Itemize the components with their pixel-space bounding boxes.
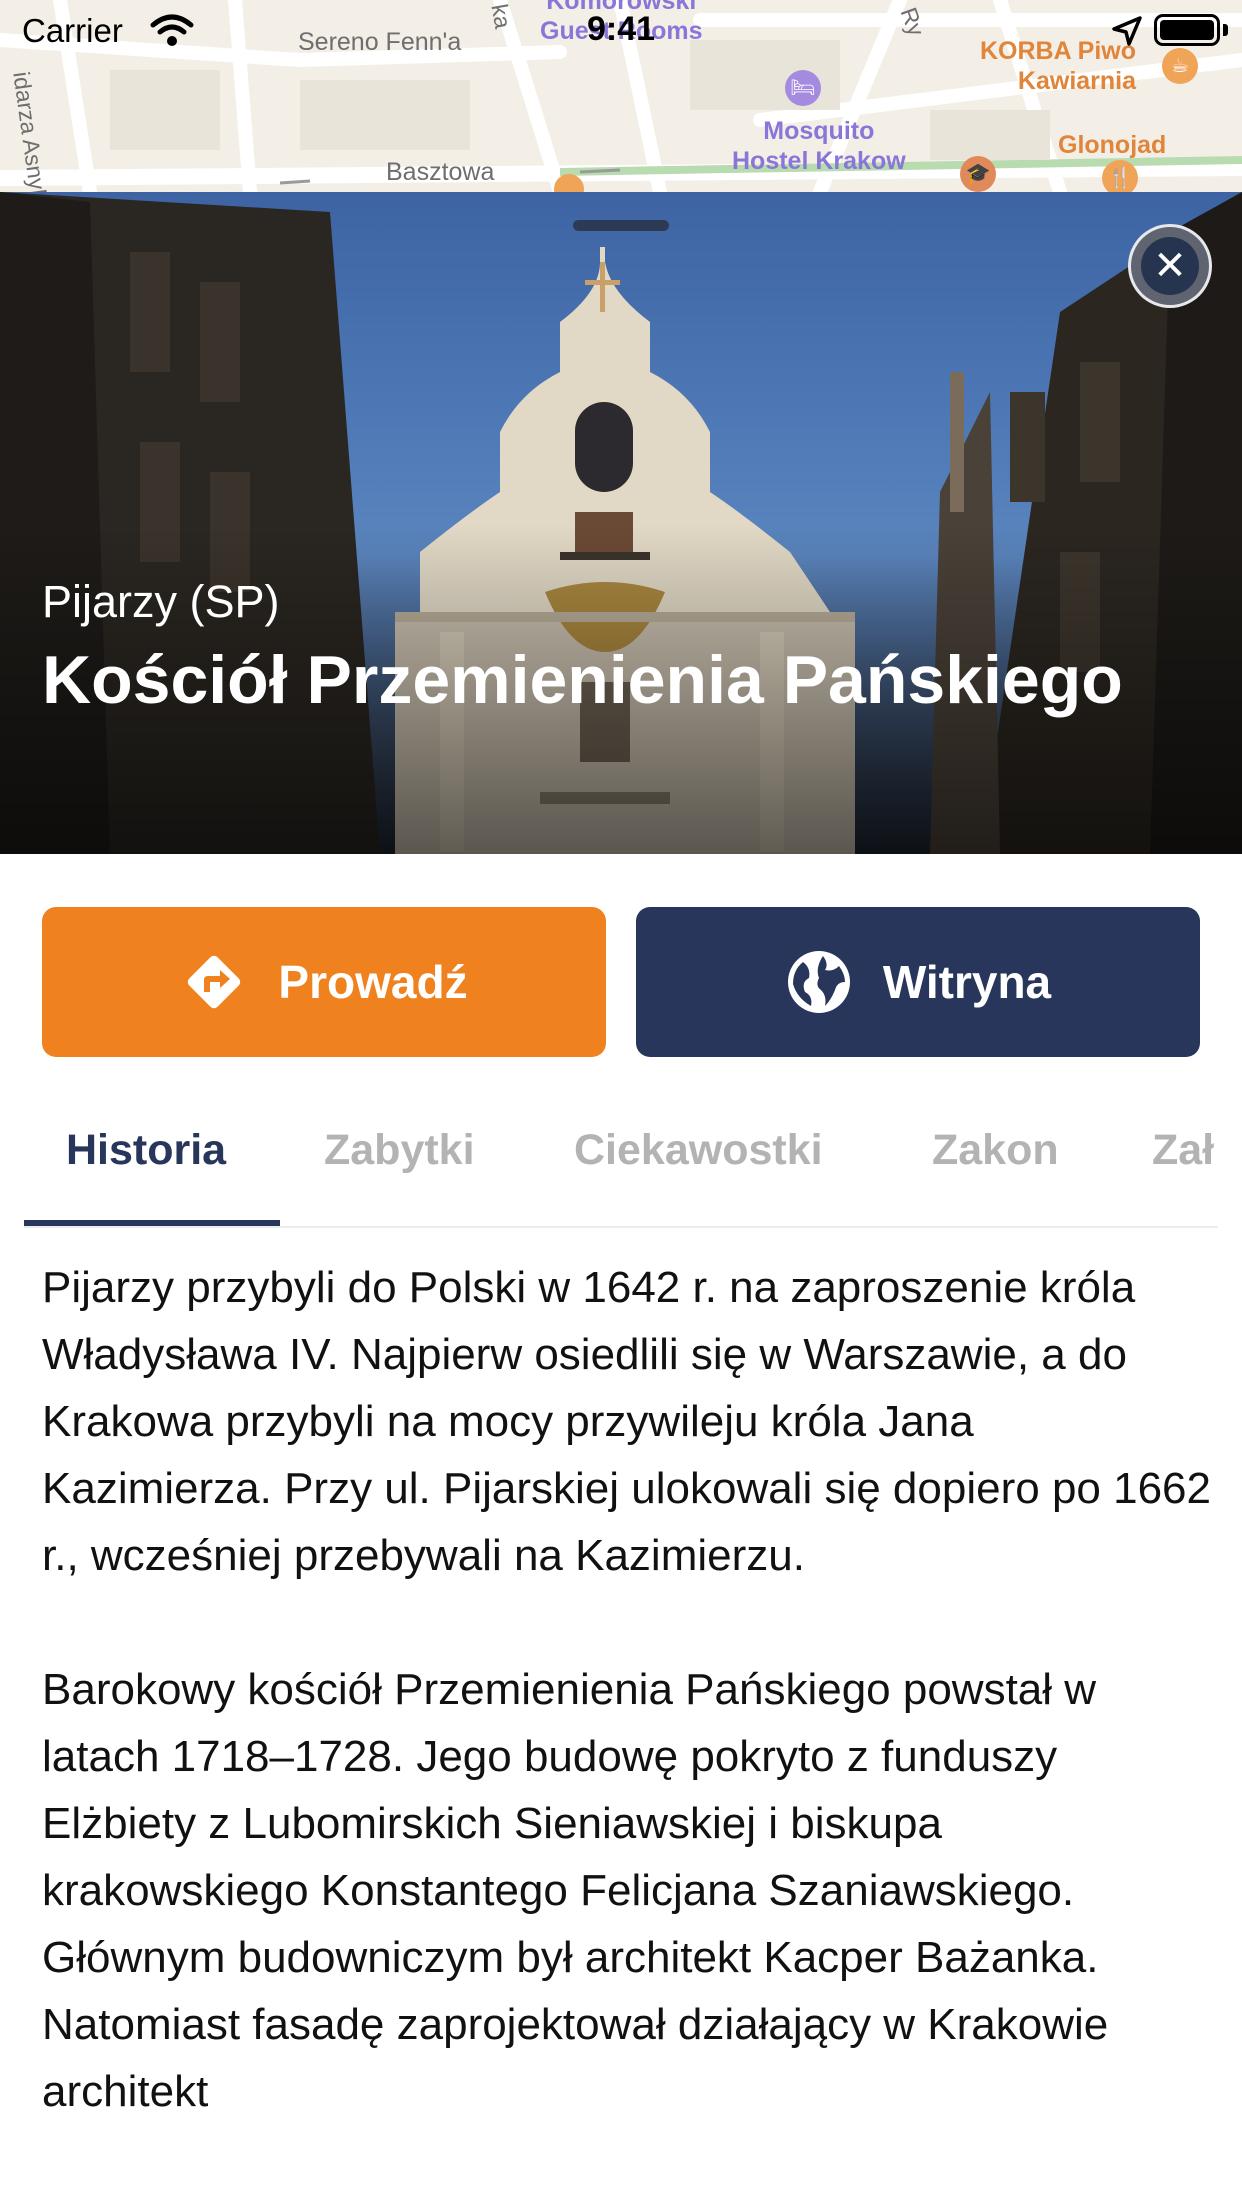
hotel-icon[interactable]: 🛏 bbox=[785, 70, 821, 106]
website-label: Witryna bbox=[882, 956, 1052, 1008]
order-subtitle: Pijarzy (SP) bbox=[42, 576, 280, 627]
active-tab-indicator bbox=[24, 1220, 280, 1226]
map-poi-line: Glonojad bbox=[1058, 131, 1167, 159]
map-poi-line: Mosquito bbox=[763, 117, 875, 145]
tab-ciekawostki[interactable]: Ciekawostki bbox=[574, 1126, 823, 1175]
navigate-label: Prowadź bbox=[278, 956, 468, 1008]
tab-zakon[interactable]: Zakon bbox=[932, 1126, 1059, 1175]
battery-tip bbox=[1223, 24, 1228, 36]
sheet-grabber[interactable] bbox=[573, 220, 669, 231]
navigate-button[interactable]: Prowadź bbox=[42, 907, 606, 1057]
tab-zabytki[interactable]: Zabytki bbox=[324, 1126, 475, 1175]
tab-historia[interactable]: Historia bbox=[66, 1126, 226, 1175]
page-title: Kościół Przemienienia Pańskiego bbox=[42, 642, 1123, 718]
map-street-label: Basztowa bbox=[386, 158, 495, 186]
close-icon: ✕ bbox=[1141, 237, 1199, 295]
tab-zal[interactable]: Zał bbox=[1152, 1126, 1214, 1175]
globe-icon bbox=[787, 951, 850, 1013]
location-arrow-icon bbox=[1112, 16, 1142, 46]
restaurant-icon[interactable]: 🍴 bbox=[1102, 160, 1138, 192]
map-poi-glonojad[interactable]: Glonojad bbox=[1058, 130, 1166, 160]
history-paragraph: Barokowy kościół Przemienienia Pańskiego… bbox=[42, 1665, 1109, 2116]
hero-image: ✕ Pijarzy (SP) Kościół Przemienienia Pań… bbox=[0, 192, 1242, 854]
status-time: 9:41 bbox=[586, 10, 656, 48]
close-button[interactable]: ✕ bbox=[1128, 224, 1212, 308]
school-icon[interactable]: 🎓 bbox=[960, 156, 996, 192]
map-poi-line: Kawiarnia bbox=[1017, 67, 1137, 95]
history-paragraph: Pijarzy przybyli do Polski w 1642 r. na … bbox=[42, 1263, 1211, 1580]
tab-bar[interactable]: Historia Zabytki Ciekawostki Zakon Zał bbox=[24, 1084, 1218, 1228]
battery-icon bbox=[1154, 14, 1220, 46]
map-poi-mosquito[interactable]: Mosquito Hostel Krakow bbox=[732, 116, 906, 176]
status-bar: Carrier 9:41 bbox=[0, 0, 1242, 62]
website-button[interactable]: Witryna bbox=[636, 907, 1200, 1057]
map-poi-line: Hostel Krakow bbox=[732, 147, 906, 175]
directions-icon bbox=[188, 955, 241, 1009]
history-content: Pijarzy przybyli do Polski w 1642 r. na … bbox=[42, 1254, 1212, 2192]
